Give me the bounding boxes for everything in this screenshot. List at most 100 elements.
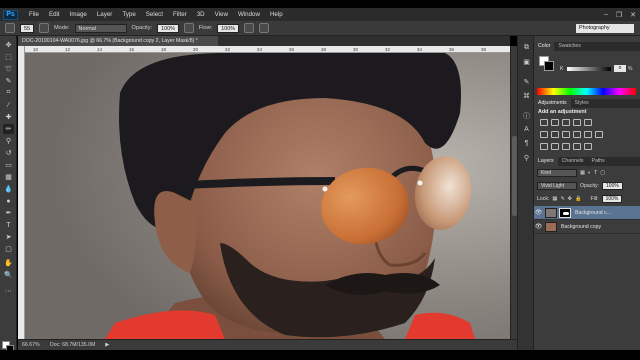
character-panel-icon[interactable]: A: [521, 124, 532, 135]
color-balance-icon[interactable]: [551, 131, 559, 138]
eraser-tool-icon[interactable]: ▭: [3, 160, 14, 170]
gradient-tool-icon[interactable]: ▦: [3, 172, 14, 182]
status-arrow-icon[interactable]: ▶: [105, 342, 109, 348]
close-button[interactable]: ✕: [630, 11, 636, 19]
brush-presets-panel-icon[interactable]: ⌘: [521, 90, 532, 101]
layer-row[interactable]: 👁 Background copy: [534, 220, 640, 234]
crop-tool-icon[interactable]: ⌗: [3, 88, 14, 98]
curves-icon[interactable]: [562, 119, 570, 126]
properties-panel-icon[interactable]: ▣: [521, 56, 532, 67]
exposure-icon[interactable]: [573, 119, 581, 126]
minimize-button[interactable]: –: [604, 11, 608, 18]
tab-paths[interactable]: Paths: [588, 157, 609, 166]
pressure-size-icon[interactable]: [259, 23, 270, 33]
hand-tool-icon[interactable]: ✋: [3, 258, 14, 268]
filter-shape-icon[interactable]: ▢: [600, 170, 605, 176]
history-panel-icon[interactable]: ⧉: [521, 42, 532, 53]
k-slider[interactable]: [567, 67, 611, 71]
menu-image[interactable]: Image: [65, 8, 92, 21]
pen-tool-icon[interactable]: ✒: [3, 208, 14, 218]
tab-styles[interactable]: Styles: [571, 99, 593, 108]
blur-tool-icon[interactable]: 💧: [3, 184, 14, 194]
mode-select[interactable]: Normal: [74, 23, 127, 33]
lock-pixels-icon[interactable]: ▦: [552, 196, 557, 202]
workspace-select[interactable]: Photography: [576, 24, 634, 33]
opacity-field[interactable]: 100%: [157, 23, 179, 33]
layer-name[interactable]: Background c...: [575, 210, 611, 216]
type-tool-icon[interactable]: T: [3, 220, 14, 230]
filter-adjustment-icon[interactable]: ◐: [588, 170, 591, 176]
clone-stamp-tool-icon[interactable]: ⚲: [3, 136, 14, 146]
edit-toolbar-icon[interactable]: ⋯: [3, 286, 14, 296]
blend-mode-select[interactable]: Vivid Light: [537, 181, 577, 190]
layer-mask-thumbnail[interactable]: [559, 207, 571, 218]
visibility-eye-icon[interactable]: 👁: [534, 209, 543, 216]
layer-row[interactable]: 👁 Background c...: [534, 206, 640, 220]
layer-opacity-field[interactable]: 100%: [602, 181, 623, 190]
layer-name[interactable]: Background copy: [561, 224, 601, 230]
clone-source-panel-icon[interactable]: ⚲: [521, 152, 532, 163]
layer-kind-filter[interactable]: Kind: [537, 168, 577, 177]
black-white-icon[interactable]: [562, 131, 570, 138]
tab-channels[interactable]: Channels: [558, 157, 588, 166]
paragraph-panel-icon[interactable]: ¶: [521, 138, 532, 149]
maximize-button[interactable]: ❐: [616, 11, 622, 19]
vibrance-icon[interactable]: [584, 119, 592, 126]
menu-window[interactable]: Window: [233, 8, 265, 21]
eyedropper-tool-icon[interactable]: ⁄: [3, 100, 14, 110]
filter-pixel-icon[interactable]: ▦: [580, 170, 585, 176]
menu-type[interactable]: Type: [117, 8, 140, 21]
brush-panel-toggle-icon[interactable]: [39, 23, 49, 33]
panel-background-swatch[interactable]: [544, 61, 554, 71]
tab-adjustments[interactable]: Adjustments: [534, 99, 571, 108]
history-brush-tool-icon[interactable]: ↺: [3, 148, 14, 158]
visibility-eye-icon[interactable]: 👁: [534, 223, 543, 230]
healing-brush-tool-icon[interactable]: ✚: [3, 112, 14, 122]
menu-filter[interactable]: Filter: [168, 8, 192, 21]
fill-field[interactable]: 100%: [601, 194, 623, 203]
filter-type-icon[interactable]: T: [594, 170, 597, 176]
menu-view[interactable]: View: [210, 8, 233, 21]
posterize-icon[interactable]: [551, 143, 559, 150]
zoom-level[interactable]: 66.67%: [22, 342, 40, 348]
brush-size-field[interactable]: 55: [20, 23, 34, 33]
brush-tool-preset-icon[interactable]: [5, 23, 15, 33]
tab-color[interactable]: Color: [534, 42, 555, 51]
info-panel-icon[interactable]: ⓘ: [521, 110, 532, 121]
zoom-tool-icon[interactable]: 🔍: [3, 270, 14, 280]
brightness-icon[interactable]: [540, 119, 548, 126]
selective-color-icon[interactable]: [573, 143, 581, 150]
flow-field[interactable]: 100%: [217, 23, 240, 33]
color-spectrum[interactable]: [537, 88, 636, 95]
marquee-tool-icon[interactable]: ⬚: [3, 52, 14, 62]
brush-panel-icon[interactable]: ✎: [521, 76, 532, 87]
airbrush-icon[interactable]: [244, 23, 255, 33]
menu-layer[interactable]: Layer: [92, 8, 117, 21]
menu-file[interactable]: File: [24, 8, 44, 21]
move-tool-icon[interactable]: ✥: [3, 40, 14, 50]
channel-mixer-icon[interactable]: [584, 131, 592, 138]
brush-tool-icon[interactable]: ✏: [3, 124, 14, 134]
k-value-field[interactable]: 0: [614, 65, 626, 72]
lasso-tool-icon[interactable]: ➰: [3, 64, 14, 74]
levels-icon[interactable]: [551, 119, 559, 126]
tab-swatches[interactable]: Swatches: [554, 42, 585, 51]
pressure-opacity-icon[interactable]: [183, 23, 194, 33]
threshold-icon[interactable]: [562, 143, 570, 150]
document-tab[interactable]: DOC-20190104-WA0076.jpg @ 66.7% (Backgro…: [18, 36, 218, 46]
lock-position-icon[interactable]: ✥: [568, 196, 572, 202]
hue-saturation-icon[interactable]: [540, 131, 548, 138]
shape-tool-icon[interactable]: ▢: [3, 244, 14, 254]
gradient-map-icon[interactable]: [584, 143, 592, 150]
canvas-vertical-scrollbar[interactable]: [510, 46, 517, 339]
invert-icon[interactable]: [540, 143, 548, 150]
quick-select-tool-icon[interactable]: ✎: [3, 76, 14, 86]
photo-filter-icon[interactable]: [573, 131, 581, 138]
path-selection-tool-icon[interactable]: ➤: [3, 232, 14, 242]
menu-help[interactable]: Help: [265, 8, 288, 21]
menu-3d[interactable]: 3D: [192, 8, 210, 21]
lock-paint-icon[interactable]: ✎: [560, 196, 564, 202]
lock-all-icon[interactable]: 🔒: [575, 196, 581, 202]
color-lookup-icon[interactable]: [595, 131, 603, 138]
dodge-tool-icon[interactable]: ●: [3, 196, 14, 206]
